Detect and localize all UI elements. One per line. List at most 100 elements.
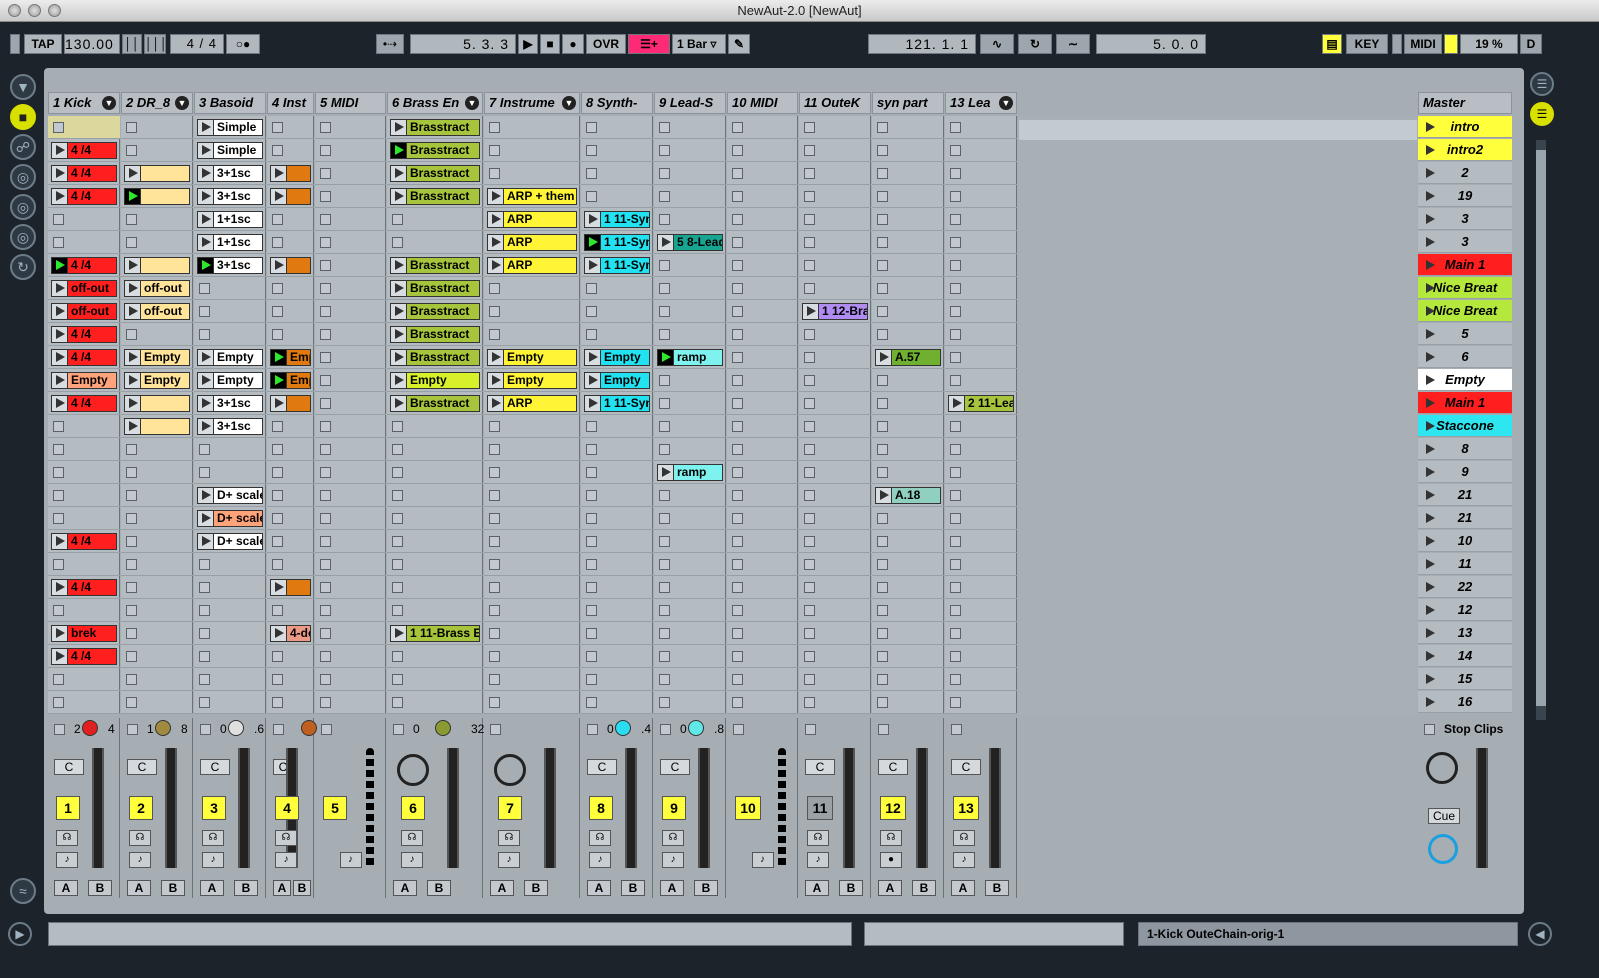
- clip-slot[interactable]: [48, 231, 120, 254]
- crossfade-c-button[interactable]: C: [200, 759, 230, 775]
- clip-slot[interactable]: [121, 507, 193, 530]
- clip[interactable]: Empty: [487, 372, 577, 389]
- clip-stop-button-icon[interactable]: [804, 628, 815, 639]
- clip-launch-icon[interactable]: [391, 350, 407, 365]
- clip-slot[interactable]: 4 /4: [48, 576, 120, 599]
- clip-slot[interactable]: [581, 668, 653, 691]
- clip-stop-button-icon[interactable]: [804, 375, 815, 386]
- scene-launch-button[interactable]: 11: [1418, 553, 1512, 575]
- clip-launch-icon[interactable]: [52, 143, 68, 158]
- clip-slot[interactable]: [387, 691, 483, 714]
- clip-slot[interactable]: [654, 162, 726, 185]
- clip-slot[interactable]: Brasstract: [387, 277, 483, 300]
- clip-slot[interactable]: [315, 139, 386, 162]
- clip-stop-button-icon[interactable]: [320, 329, 331, 340]
- clip-slot[interactable]: [945, 438, 1017, 461]
- clip-stop-button-icon[interactable]: [877, 398, 888, 409]
- clip-stop-button-icon[interactable]: [126, 490, 137, 501]
- track-stop-button-icon[interactable]: [273, 724, 284, 735]
- track-menu-icon[interactable]: ▼: [102, 96, 116, 110]
- clip-stop-button-icon[interactable]: [732, 490, 743, 501]
- clip-slot[interactable]: [654, 530, 726, 553]
- clip-slot[interactable]: [581, 691, 653, 714]
- arm-record-icon[interactable]: ♪: [953, 852, 975, 868]
- clip-stop-button-icon[interactable]: [272, 237, 283, 248]
- clip-slot[interactable]: [945, 346, 1017, 369]
- metronome-icon[interactable]: ○●: [226, 34, 260, 54]
- clip[interactable]: 1 11-Brass E: [390, 625, 480, 642]
- track-header[interactable]: 8 Synth-: [581, 92, 653, 114]
- draw-mode-icon[interactable]: ✎: [728, 34, 750, 54]
- clip-slot[interactable]: [484, 461, 580, 484]
- clip-launch-icon[interactable]: [52, 373, 68, 388]
- scene-launch-button[interactable]: 21: [1418, 484, 1512, 506]
- clip[interactable]: Empty: [487, 349, 577, 366]
- clip[interactable]: Brasstract: [390, 303, 480, 320]
- clip-stop-button-icon[interactable]: [199, 651, 210, 662]
- clip-slot[interactable]: [48, 668, 120, 691]
- clip-slot[interactable]: [727, 277, 798, 300]
- clip-slot[interactable]: [799, 208, 871, 231]
- track-activator-button[interactable]: 5: [323, 796, 347, 820]
- clip-launch-icon[interactable]: [198, 396, 214, 411]
- clip-stop-button-icon[interactable]: [199, 582, 210, 593]
- clip-slot[interactable]: [194, 277, 266, 300]
- scene-launch-button[interactable]: 22: [1418, 576, 1512, 598]
- clip-stop-button-icon[interactable]: [659, 306, 670, 317]
- clip-launch-icon[interactable]: [391, 281, 407, 296]
- track-header[interactable]: 3 Basoid: [194, 92, 266, 114]
- clip-slot[interactable]: 1 11-Syn: [581, 254, 653, 277]
- clip-launch-icon[interactable]: [125, 281, 141, 296]
- clip[interactable]: ARP: [487, 395, 577, 412]
- clip-slot[interactable]: [581, 576, 653, 599]
- crossfade-b-button[interactable]: B: [427, 880, 451, 896]
- clip-slot[interactable]: [872, 139, 944, 162]
- crossfade-b-button[interactable]: B: [88, 880, 112, 896]
- clip-launch-icon[interactable]: [52, 626, 68, 641]
- clip[interactable]: Empty: [124, 349, 190, 366]
- clip-stop-button-icon[interactable]: [950, 122, 961, 133]
- clip-stop-button-icon[interactable]: [950, 651, 961, 662]
- scene-launch-button[interactable]: 14: [1418, 645, 1512, 667]
- clip[interactable]: [270, 257, 311, 274]
- track-activator-button[interactable]: 11: [807, 796, 833, 820]
- record-icon[interactable]: ●: [562, 34, 584, 54]
- clip-stop-button-icon[interactable]: [126, 628, 137, 639]
- clip-stop-button-icon[interactable]: [877, 697, 888, 708]
- clip-stop-button-icon[interactable]: [489, 467, 500, 478]
- clip-slot[interactable]: [581, 507, 653, 530]
- nudge-up-icon[interactable]: │││: [144, 34, 168, 54]
- track-header[interactable]: syn part: [872, 92, 944, 114]
- clip-slot[interactable]: [872, 185, 944, 208]
- clip-slot[interactable]: off-out: [48, 277, 120, 300]
- disk-overload-button[interactable]: D: [1520, 34, 1542, 54]
- track-activator-button[interactable]: 4: [275, 796, 299, 820]
- clip-slot[interactable]: [872, 691, 944, 714]
- clip-slot[interactable]: [484, 277, 580, 300]
- clip-stop-button-icon[interactable]: [950, 306, 961, 317]
- clip-slot[interactable]: [945, 668, 1017, 691]
- clip-slot[interactable]: [315, 116, 386, 139]
- clip-slot[interactable]: [267, 668, 314, 691]
- clip-launch-icon[interactable]: [198, 350, 214, 365]
- loop-icon[interactable]: ↻: [1018, 34, 1052, 54]
- clip-slot[interactable]: [799, 185, 871, 208]
- track-stop-button-icon[interactable]: [321, 724, 332, 735]
- clip-launch-icon[interactable]: [125, 258, 141, 273]
- clip[interactable]: 3+1sc: [197, 418, 263, 435]
- clip[interactable]: 1+1sc: [197, 211, 263, 228]
- clip-slot[interactable]: [48, 507, 120, 530]
- clip[interactable]: 4 /4: [51, 326, 117, 343]
- clip-stop-button-icon[interactable]: [126, 536, 137, 547]
- clip-stop-button-icon[interactable]: [320, 191, 331, 202]
- clip-stop-button-icon[interactable]: [659, 697, 670, 708]
- clip-stop-button-icon[interactable]: [877, 260, 888, 271]
- clip-stop-button-icon[interactable]: [586, 145, 597, 156]
- crossfade-b-button[interactable]: B: [234, 880, 258, 896]
- clip-slot[interactable]: [581, 484, 653, 507]
- crossfade-b-button[interactable]: B: [912, 880, 936, 896]
- clip-stop-button-icon[interactable]: [732, 421, 743, 432]
- clip-slot[interactable]: [727, 254, 798, 277]
- clip-stop-button-icon[interactable]: [659, 536, 670, 547]
- clip-slot[interactable]: Brasstract: [387, 392, 483, 415]
